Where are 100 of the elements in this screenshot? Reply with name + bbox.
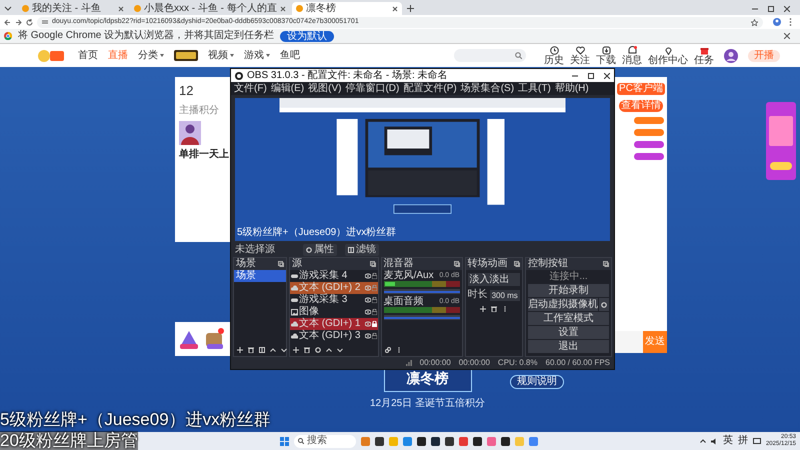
speaker-icon[interactable] [710,438,718,444]
nav-link[interactable]: 视频 [208,50,234,62]
source-item[interactable]: 文本 (GDI+) 3 [290,330,378,342]
close-icon[interactable] [604,72,610,78]
action-label[interactable]: 关注 [570,54,590,66]
source-item[interactable]: 文本 (GDI+) 1 [290,318,378,330]
undock-icon[interactable] [603,261,609,267]
action-label[interactable]: 任务 [694,54,714,66]
chevron-down-icon[interactable] [281,347,287,353]
menu-item[interactable]: 帮助(H) [554,82,589,94]
promo-banner-drawing[interactable] [766,102,796,180]
menu-item[interactable]: 视图(V) [308,82,342,94]
close-icon[interactable] [784,6,790,12]
input-method-indicator[interactable]: 英 [722,435,733,447]
source-item[interactable]: 游戏采集 3 [290,294,378,306]
eye-icon[interactable] [364,273,371,279]
menu-item[interactable]: 停靠窗口(D) [345,82,400,94]
follow-icon[interactable] [576,46,584,54]
nav-link[interactable]: 游戏 [244,50,270,62]
scene-item[interactable]: 场景 [234,270,286,282]
lock-icon[interactable] [372,309,377,315]
action-label[interactable]: 创作中心 [648,54,688,66]
eye-icon[interactable] [364,297,371,303]
minimize-icon[interactable] [572,72,578,78]
nav-link[interactable]: 分类 [138,50,164,62]
undock-icon[interactable] [278,261,284,267]
control-button[interactable]: 工作室模式 [528,312,609,325]
taskbar-search[interactable]: 搜索 [294,434,356,448]
history-icon[interactable] [550,46,558,54]
browser-tab[interactable]: 小晨色xxx - 斗鱼 - 每个人的直 [130,2,290,15]
control-button[interactable]: 开始录制 [528,284,609,297]
event-badge-icon[interactable] [174,50,198,61]
lock-icon[interactable] [372,297,377,303]
action-label[interactable]: 消息 [622,54,642,66]
source-item[interactable]: 图像 [290,306,378,318]
more-menu-icon[interactable] [396,347,402,353]
gear-icon[interactable] [601,302,607,308]
plus-icon[interactable] [406,5,414,12]
control-button[interactable]: 设置 [528,326,609,339]
chevron-down-icon[interactable] [337,347,343,353]
source-item[interactable]: 游戏采集 4 [290,270,378,282]
eye-icon[interactable] [364,333,371,339]
menu-item[interactable]: 文件(F) [234,82,267,94]
more-menu-icon[interactable] [502,306,508,312]
minimize-icon[interactable] [752,6,758,12]
undock-icon[interactable] [454,261,460,267]
lock-icon[interactable] [372,273,377,279]
action-label[interactable]: 历史 [544,54,564,66]
chevron-up-icon[interactable] [700,438,706,444]
chat-input[interactable] [615,331,643,353]
trash-icon[interactable] [304,347,310,353]
start-icon[interactable] [280,436,289,446]
eye-icon[interactable] [364,309,371,315]
filter-icon[interactable] [259,347,265,353]
trash-icon[interactable] [248,347,254,353]
undock-icon[interactable] [370,261,376,267]
link-icon[interactable] [384,347,391,353]
trash-icon[interactable] [490,306,497,312]
close-icon[interactable] [784,33,790,39]
close-icon[interactable] [118,6,124,12]
more-menu-icon[interactable] [789,18,792,26]
avatar-icon[interactable] [724,48,738,62]
close-icon[interactable] [280,6,286,12]
search-field[interactable] [454,49,526,62]
gear-icon[interactable] [315,347,321,353]
menu-item[interactable]: 编辑(E) [270,82,304,94]
menu-item[interactable]: 场景集合(S) [460,82,514,94]
reload-icon[interactable] [26,18,33,26]
control-button[interactable]: 启动虚拟摄像机 [528,298,598,311]
source-button[interactable]: 属性 [303,244,337,256]
nav-link[interactable]: 鱼吧 [280,50,300,62]
lock-icon[interactable] [372,333,377,339]
download-icon[interactable] [602,46,610,54]
chevron-down-icon[interactable] [4,4,12,12]
input-method-indicator[interactable]: 拼 [738,435,748,447]
action-label[interactable]: 下载 [596,54,616,66]
network-icon[interactable] [752,438,761,444]
menu-item[interactable]: 配置文件(P) [403,82,457,94]
set-default-button[interactable]: 设为默认 [280,30,334,42]
duration-field[interactable]: 300 ms [490,290,520,300]
maximize-icon[interactable] [588,72,594,78]
profile-icon[interactable] [773,18,781,26]
menu-item[interactable]: 工具(T) [518,82,551,94]
preview-caption: 5级粉丝牌+（Juese09）进vx粉丝群 [237,227,396,239]
control-button[interactable]: 退出 [528,340,609,353]
message-icon[interactable] [628,46,636,54]
nav-link[interactable]: 首页 [78,50,98,62]
back-arrow-icon[interactable] [4,18,11,26]
eye-icon[interactable] [364,321,371,327]
search-icon [515,52,522,59]
star-icon[interactable] [751,18,758,26]
undock-icon[interactable] [514,261,520,267]
forward-arrow-icon[interactable] [15,18,22,26]
transition-dropdown[interactable]: 淡入淡出 [468,273,520,286]
source-button[interactable]: 滤镜 [345,244,379,256]
close-icon[interactable] [392,6,398,12]
lock-icon[interactable] [372,321,377,327]
maximize-icon[interactable] [768,6,774,12]
site-logo-icon[interactable] [38,48,64,62]
rules-link[interactable]: 规则说明 [510,375,564,389]
